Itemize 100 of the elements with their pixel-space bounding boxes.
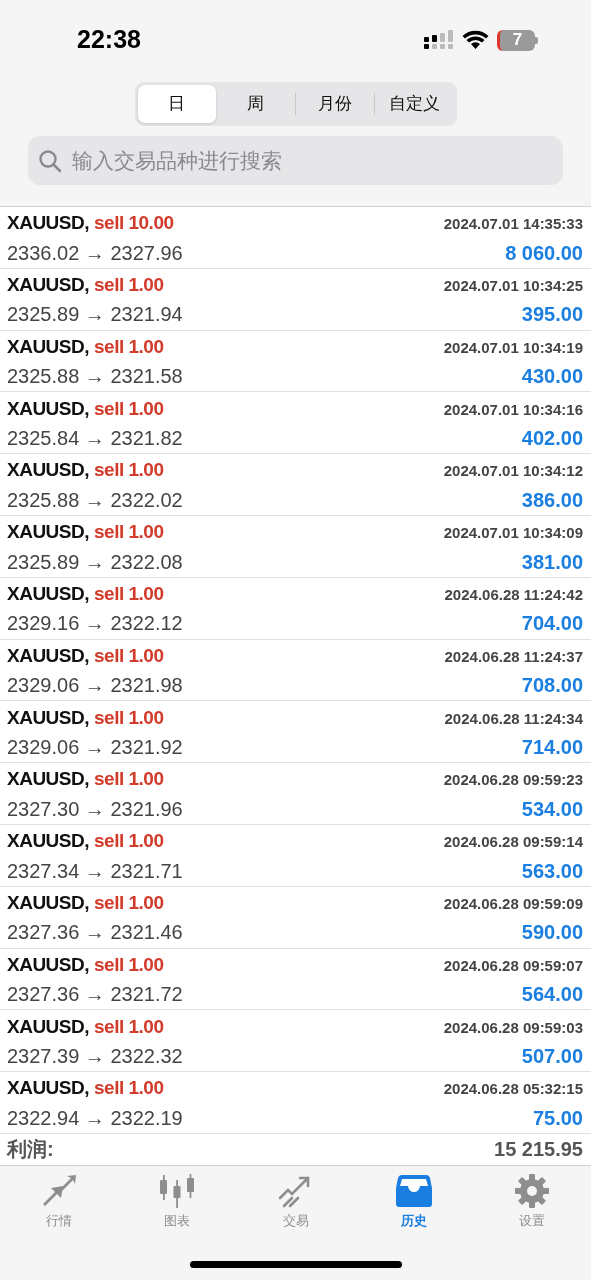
deal-text: sell 1.00 <box>94 1076 164 1101</box>
period-tab[interactable]: 自定义 <box>375 85 454 123</box>
search-icon <box>38 148 62 173</box>
signal-icon <box>424 30 454 50</box>
trade-row[interactable]: XAUUSD, sell 1.00 2024.07.01 10:34:19 2325.88 → 2321.58 430.00 <box>0 330 591 393</box>
deal-text: sell 1.00 <box>94 520 164 545</box>
clock-text: 22:38 <box>77 24 141 56</box>
profit-text: 402.00 <box>521 426 583 452</box>
trade-row[interactable]: XAUUSD, sell 1.00 2024.06.28 11:24:34 2329.06 → 2321.92 714.00 <box>0 701 591 764</box>
search-input[interactable]: 输入交易品种进行搜索 <box>70 143 553 178</box>
trade-row[interactable]: XAUUSD, sell 10.00 2024.07.01 14:35:33 2336.02 → 2327.96 8 060.00 <box>0 207 591 269</box>
deal-text: sell 1.00 <box>94 581 164 606</box>
symbol-text: XAUUSD, <box>7 705 89 730</box>
trade-row[interactable]: XAUUSD, sell 1.00 2024.06.28 09:59:09 2327.36 → 2321.46 590.00 <box>0 886 591 949</box>
deal-text: sell 1.00 <box>94 272 164 297</box>
profit-text: 708.00 <box>521 673 583 699</box>
deal-text: sell 1.00 <box>94 1014 164 1039</box>
battery-indicator: 7 <box>497 29 539 51</box>
symbol-text: XAUUSD, <box>7 520 89 545</box>
trade-row[interactable]: XAUUSD, sell 1.00 2024.07.01 10:34:09 2325.89 → 2322.08 381.00 <box>0 516 591 578</box>
deal-text: sell 1.00 <box>94 396 164 421</box>
trade-row[interactable]: XAUUSD, sell 1.00 2024.06.28 09:59:03 2327.39 → 2322.32 507.00 <box>0 1010 591 1073</box>
deal-text: sell 10.00 <box>94 211 174 236</box>
price-text: 2325.89 → 2321.94 <box>7 302 183 328</box>
trade-row[interactable]: XAUUSD, sell 1.00 2024.07.01 10:34:12 2325.88 → 2322.02 386.00 <box>0 454 591 516</box>
time-text: 2024.07.01 10:34:09 <box>443 523 583 544</box>
time-text: 2024.06.28 09:59:23 <box>443 770 583 791</box>
trade-row[interactable]: XAUUSD, sell 1.00 2024.06.28 09:59:14 2327.34 → 2321.71 563.00 <box>0 824 591 887</box>
time-text: 2024.06.28 11:24:42 <box>444 584 583 605</box>
deal-text: sell 1.00 <box>94 458 164 483</box>
symbol-text: XAUUSD, <box>7 211 89 236</box>
symbol-text: XAUUSD, <box>7 581 89 606</box>
tab-bar-item[interactable]: 历史 <box>354 1173 473 1231</box>
profit-total: 15 215.95 <box>494 1137 583 1163</box>
trade-row[interactable]: XAUUSD, sell 1.00 2024.07.01 10:34:16 2325.84 → 2321.82 402.00 <box>0 392 591 455</box>
symbol-text: XAUUSD, <box>7 890 89 915</box>
price-text: 2329.06 → 2321.92 <box>7 735 183 760</box>
profit-label: 利润: <box>7 1137 54 1163</box>
search-bar[interactable]: 输入交易品种进行搜索 <box>28 136 563 185</box>
profit-text: 386.00 <box>521 487 583 513</box>
price-text: 2327.34 → 2321.71 <box>7 858 183 884</box>
trade-row[interactable]: XAUUSD, sell 1.00 2024.06.28 11:24:42 2329.16 → 2322.12 704.00 <box>0 577 591 640</box>
profit-text: 704.00 <box>521 611 583 637</box>
time-text: 2024.06.28 09:59:14 <box>443 832 583 853</box>
price-text: 2325.88 → 2322.02 <box>7 487 183 513</box>
profit-text: 430.00 <box>521 364 583 390</box>
period-tab[interactable]: 月份 <box>296 85 375 123</box>
time-text: 2024.06.28 09:59:07 <box>443 955 583 976</box>
time-text: 2024.07.01 10:34:12 <box>443 461 583 482</box>
deal-text: sell 1.00 <box>94 890 164 915</box>
time-text: 2024.06.28 11:24:37 <box>444 646 583 667</box>
symbol-text: XAUUSD, <box>7 767 89 792</box>
period-tab[interactable]: 日 <box>137 85 216 123</box>
price-text: 2336.02 → 2327.96 <box>7 240 183 266</box>
time-text: 2024.07.01 10:34:16 <box>443 399 583 420</box>
candlestick-icon <box>159 1173 196 1208</box>
trade-row[interactable]: XAUUSD, sell 1.00 2024.07.01 10:34:25 2325.89 → 2321.94 395.00 <box>0 268 591 331</box>
profit-text: 564.00 <box>521 982 583 1008</box>
profit-text: 714.00 <box>521 735 583 760</box>
trade-row[interactable]: XAUUSD, sell 1.00 2024.06.28 11:24:37 2329.06 → 2321.98 708.00 <box>0 639 591 702</box>
profit-text: 395.00 <box>521 302 583 328</box>
deal-text: sell 1.00 <box>94 705 164 730</box>
period-tab[interactable]: 周 <box>216 85 295 123</box>
deal-text: sell 1.00 <box>94 829 164 854</box>
symbol-text: XAUUSD, <box>7 272 89 297</box>
profit-text: 381.00 <box>521 549 583 575</box>
symbol-text: XAUUSD, <box>7 829 89 854</box>
trade-row[interactable]: XAUUSD, sell 1.00 2024.06.28 09:59:07 2327.36 → 2321.72 564.00 <box>0 948 591 1011</box>
price-text: 2325.84 → 2321.82 <box>7 426 183 452</box>
trade-row[interactable]: XAUUSD, sell 1.00 2024.06.28 09:59:23 2327.30 → 2321.96 534.00 <box>0 763 591 825</box>
price-text: 2325.89 → 2322.08 <box>7 549 183 575</box>
price-text: 2327.30 → 2321.96 <box>7 796 183 822</box>
time-text: 2024.06.28 11:24:34 <box>444 708 583 729</box>
profit-text: 8 060.00 <box>505 240 583 266</box>
symbol-text: XAUUSD, <box>7 643 89 668</box>
inbox-icon <box>395 1173 432 1208</box>
price-text: 2327.36 → 2321.72 <box>7 982 183 1008</box>
time-text: 2024.06.28 05:32:15 <box>443 1079 583 1100</box>
settings-icon <box>513 1173 550 1208</box>
price-text: 2327.36 → 2321.46 <box>7 920 183 946</box>
profit-text: 507.00 <box>521 1044 583 1069</box>
symbol-text: XAUUSD, <box>7 458 89 483</box>
profit-text: 75.00 <box>532 1105 583 1131</box>
profit-text: 534.00 <box>521 796 583 822</box>
deal-text: sell 1.00 <box>94 643 164 668</box>
price-text: 2327.39 → 2322.32 <box>7 1044 183 1069</box>
deal-text: sell 1.00 <box>94 767 164 792</box>
arrows-icon <box>41 1173 78 1208</box>
profit-text: 563.00 <box>521 858 583 884</box>
symbol-text: XAUUSD, <box>7 1076 89 1101</box>
time-text: 2024.06.28 09:59:03 <box>443 1017 583 1038</box>
price-text: 2329.16 → 2322.12 <box>7 611 183 637</box>
time-text: 2024.06.28 09:59:09 <box>443 893 583 914</box>
trade-row[interactable]: XAUUSD, sell 1.00 2024.06.28 05:32:15 2322.94 → 2322.19 75.00 <box>0 1072 591 1134</box>
wifi-icon <box>462 30 489 50</box>
price-text: 2325.88 → 2321.58 <box>7 364 183 390</box>
symbol-text: XAUUSD, <box>7 334 89 359</box>
time-text: 2024.07.01 14:35:33 <box>443 214 583 235</box>
price-text: 2322.94 → 2322.19 <box>7 1105 183 1131</box>
symbol-text: XAUUSD, <box>7 1014 89 1039</box>
